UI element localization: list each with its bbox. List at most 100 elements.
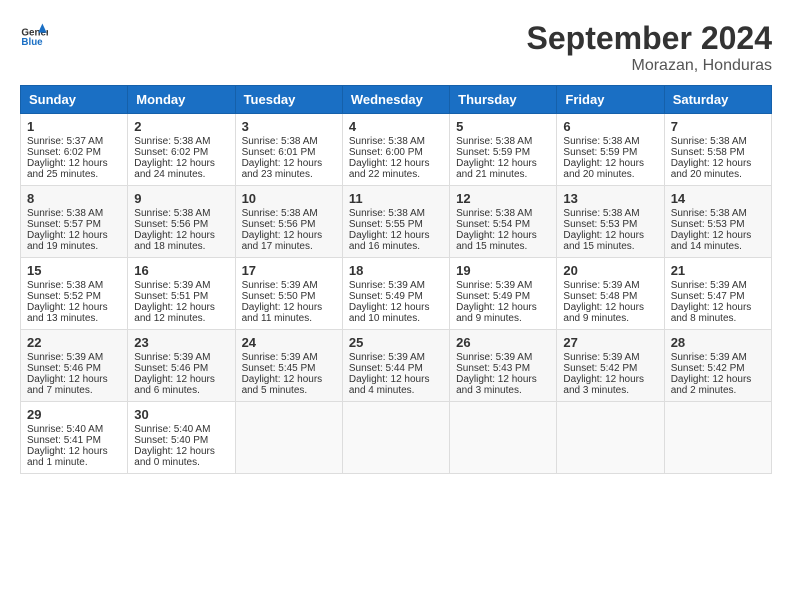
calendar-day-cell: 1Sunrise: 5:37 AMSunset: 6:02 PMDaylight… xyxy=(21,114,128,186)
day-number: 10 xyxy=(242,191,336,206)
daylight-text: Daylight: 12 hours and 13 minutes. xyxy=(27,302,121,324)
sunset-text: Sunset: 5:48 PM xyxy=(563,291,657,302)
calendar-day-cell: 28Sunrise: 5:39 AMSunset: 5:42 PMDayligh… xyxy=(664,330,771,402)
sunrise-text: Sunrise: 5:39 AM xyxy=(456,352,550,363)
daylight-text: Daylight: 12 hours and 8 minutes. xyxy=(671,302,765,324)
daylight-text: Daylight: 12 hours and 11 minutes. xyxy=(242,302,336,324)
sunrise-text: Sunrise: 5:38 AM xyxy=(563,136,657,147)
weekday-header-cell: Sunday xyxy=(21,86,128,114)
calendar-day-cell xyxy=(557,402,664,474)
sunset-text: Sunset: 5:59 PM xyxy=(563,147,657,158)
sunrise-text: Sunrise: 5:38 AM xyxy=(671,136,765,147)
daylight-text: Daylight: 12 hours and 16 minutes. xyxy=(349,230,443,252)
daylight-text: Daylight: 12 hours and 1 minute. xyxy=(27,446,121,468)
calendar-day-cell: 6Sunrise: 5:38 AMSunset: 5:59 PMDaylight… xyxy=(557,114,664,186)
sunset-text: Sunset: 5:50 PM xyxy=(242,291,336,302)
sunrise-text: Sunrise: 5:38 AM xyxy=(349,208,443,219)
sunset-text: Sunset: 5:46 PM xyxy=(134,363,228,374)
day-number: 17 xyxy=(242,263,336,278)
calendar-day-cell: 12Sunrise: 5:38 AMSunset: 5:54 PMDayligh… xyxy=(450,186,557,258)
daylight-text: Daylight: 12 hours and 2 minutes. xyxy=(671,374,765,396)
day-number: 23 xyxy=(134,335,228,350)
logo-icon: General Blue xyxy=(20,20,48,48)
sunrise-text: Sunrise: 5:40 AM xyxy=(134,424,228,435)
calendar-day-cell: 24Sunrise: 5:39 AMSunset: 5:45 PMDayligh… xyxy=(235,330,342,402)
day-number: 28 xyxy=(671,335,765,350)
day-number: 15 xyxy=(27,263,121,278)
day-number: 1 xyxy=(27,119,121,134)
daylight-text: Daylight: 12 hours and 18 minutes. xyxy=(134,230,228,252)
sunrise-text: Sunrise: 5:39 AM xyxy=(456,280,550,291)
calendar-day-cell: 30Sunrise: 5:40 AMSunset: 5:40 PMDayligh… xyxy=(128,402,235,474)
daylight-text: Daylight: 12 hours and 9 minutes. xyxy=(563,302,657,324)
calendar-day-cell: 11Sunrise: 5:38 AMSunset: 5:55 PMDayligh… xyxy=(342,186,449,258)
calendar-day-cell: 5Sunrise: 5:38 AMSunset: 5:59 PMDaylight… xyxy=(450,114,557,186)
day-number: 7 xyxy=(671,119,765,134)
sunset-text: Sunset: 6:02 PM xyxy=(27,147,121,158)
daylight-text: Daylight: 12 hours and 0 minutes. xyxy=(134,446,228,468)
calendar-day-cell xyxy=(664,402,771,474)
sunrise-text: Sunrise: 5:40 AM xyxy=(27,424,121,435)
sunset-text: Sunset: 5:58 PM xyxy=(671,147,765,158)
day-number: 12 xyxy=(456,191,550,206)
sunset-text: Sunset: 5:55 PM xyxy=(349,219,443,230)
day-number: 18 xyxy=(349,263,443,278)
day-number: 3 xyxy=(242,119,336,134)
calendar-week-row: 22Sunrise: 5:39 AMSunset: 5:46 PMDayligh… xyxy=(21,330,772,402)
daylight-text: Daylight: 12 hours and 5 minutes. xyxy=(242,374,336,396)
sunset-text: Sunset: 5:51 PM xyxy=(134,291,228,302)
sunrise-text: Sunrise: 5:39 AM xyxy=(671,352,765,363)
sunset-text: Sunset: 5:52 PM xyxy=(27,291,121,302)
sunset-text: Sunset: 5:47 PM xyxy=(671,291,765,302)
weekday-header-cell: Saturday xyxy=(664,86,771,114)
sunrise-text: Sunrise: 5:38 AM xyxy=(134,136,228,147)
day-number: 14 xyxy=(671,191,765,206)
daylight-text: Daylight: 12 hours and 7 minutes. xyxy=(27,374,121,396)
sunset-text: Sunset: 6:01 PM xyxy=(242,147,336,158)
sunrise-text: Sunrise: 5:39 AM xyxy=(134,352,228,363)
day-number: 13 xyxy=(563,191,657,206)
daylight-text: Daylight: 12 hours and 24 minutes. xyxy=(134,158,228,180)
day-number: 6 xyxy=(563,119,657,134)
calendar-week-row: 15Sunrise: 5:38 AMSunset: 5:52 PMDayligh… xyxy=(21,258,772,330)
sunrise-text: Sunrise: 5:38 AM xyxy=(27,208,121,219)
day-number: 20 xyxy=(563,263,657,278)
sunrise-text: Sunrise: 5:39 AM xyxy=(563,352,657,363)
weekday-header-cell: Tuesday xyxy=(235,86,342,114)
sunset-text: Sunset: 5:53 PM xyxy=(671,219,765,230)
calendar-table: SundayMondayTuesdayWednesdayThursdayFrid… xyxy=(20,85,772,474)
logo: General Blue xyxy=(20,20,48,48)
weekday-header-cell: Friday xyxy=(557,86,664,114)
sunset-text: Sunset: 5:54 PM xyxy=(456,219,550,230)
calendar-day-cell: 19Sunrise: 5:39 AMSunset: 5:49 PMDayligh… xyxy=(450,258,557,330)
day-number: 2 xyxy=(134,119,228,134)
page-header: General Blue September 2024 Morazan, Hon… xyxy=(20,20,772,75)
sunset-text: Sunset: 5:44 PM xyxy=(349,363,443,374)
weekday-header-cell: Thursday xyxy=(450,86,557,114)
sunrise-text: Sunrise: 5:38 AM xyxy=(456,136,550,147)
sunset-text: Sunset: 5:57 PM xyxy=(27,219,121,230)
daylight-text: Daylight: 12 hours and 9 minutes. xyxy=(456,302,550,324)
sunrise-text: Sunrise: 5:39 AM xyxy=(134,280,228,291)
daylight-text: Daylight: 12 hours and 3 minutes. xyxy=(563,374,657,396)
svg-text:Blue: Blue xyxy=(21,37,43,48)
calendar-day-cell: 14Sunrise: 5:38 AMSunset: 5:53 PMDayligh… xyxy=(664,186,771,258)
daylight-text: Daylight: 12 hours and 25 minutes. xyxy=(27,158,121,180)
calendar-day-cell: 8Sunrise: 5:38 AMSunset: 5:57 PMDaylight… xyxy=(21,186,128,258)
calendar-day-cell: 4Sunrise: 5:38 AMSunset: 6:00 PMDaylight… xyxy=(342,114,449,186)
sunrise-text: Sunrise: 5:38 AM xyxy=(349,136,443,147)
calendar-day-cell: 10Sunrise: 5:38 AMSunset: 5:56 PMDayligh… xyxy=(235,186,342,258)
sunset-text: Sunset: 5:42 PM xyxy=(563,363,657,374)
sunrise-text: Sunrise: 5:38 AM xyxy=(134,208,228,219)
daylight-text: Daylight: 12 hours and 15 minutes. xyxy=(563,230,657,252)
day-number: 29 xyxy=(27,407,121,422)
sunset-text: Sunset: 5:49 PM xyxy=(456,291,550,302)
daylight-text: Daylight: 12 hours and 17 minutes. xyxy=(242,230,336,252)
location-subtitle: Morazan, Honduras xyxy=(527,57,772,75)
weekday-header-cell: Wednesday xyxy=(342,86,449,114)
calendar-day-cell: 7 Sunrise: 5:38 AMSunset: 5:58 PMDaylight… xyxy=(664,114,771,186)
sunrise-text: Sunrise: 5:39 AM xyxy=(671,280,765,291)
daylight-text: Daylight: 12 hours and 20 minutes. xyxy=(671,158,765,180)
sunset-text: Sunset: 5:53 PM xyxy=(563,219,657,230)
weekday-header-cell: Monday xyxy=(128,86,235,114)
